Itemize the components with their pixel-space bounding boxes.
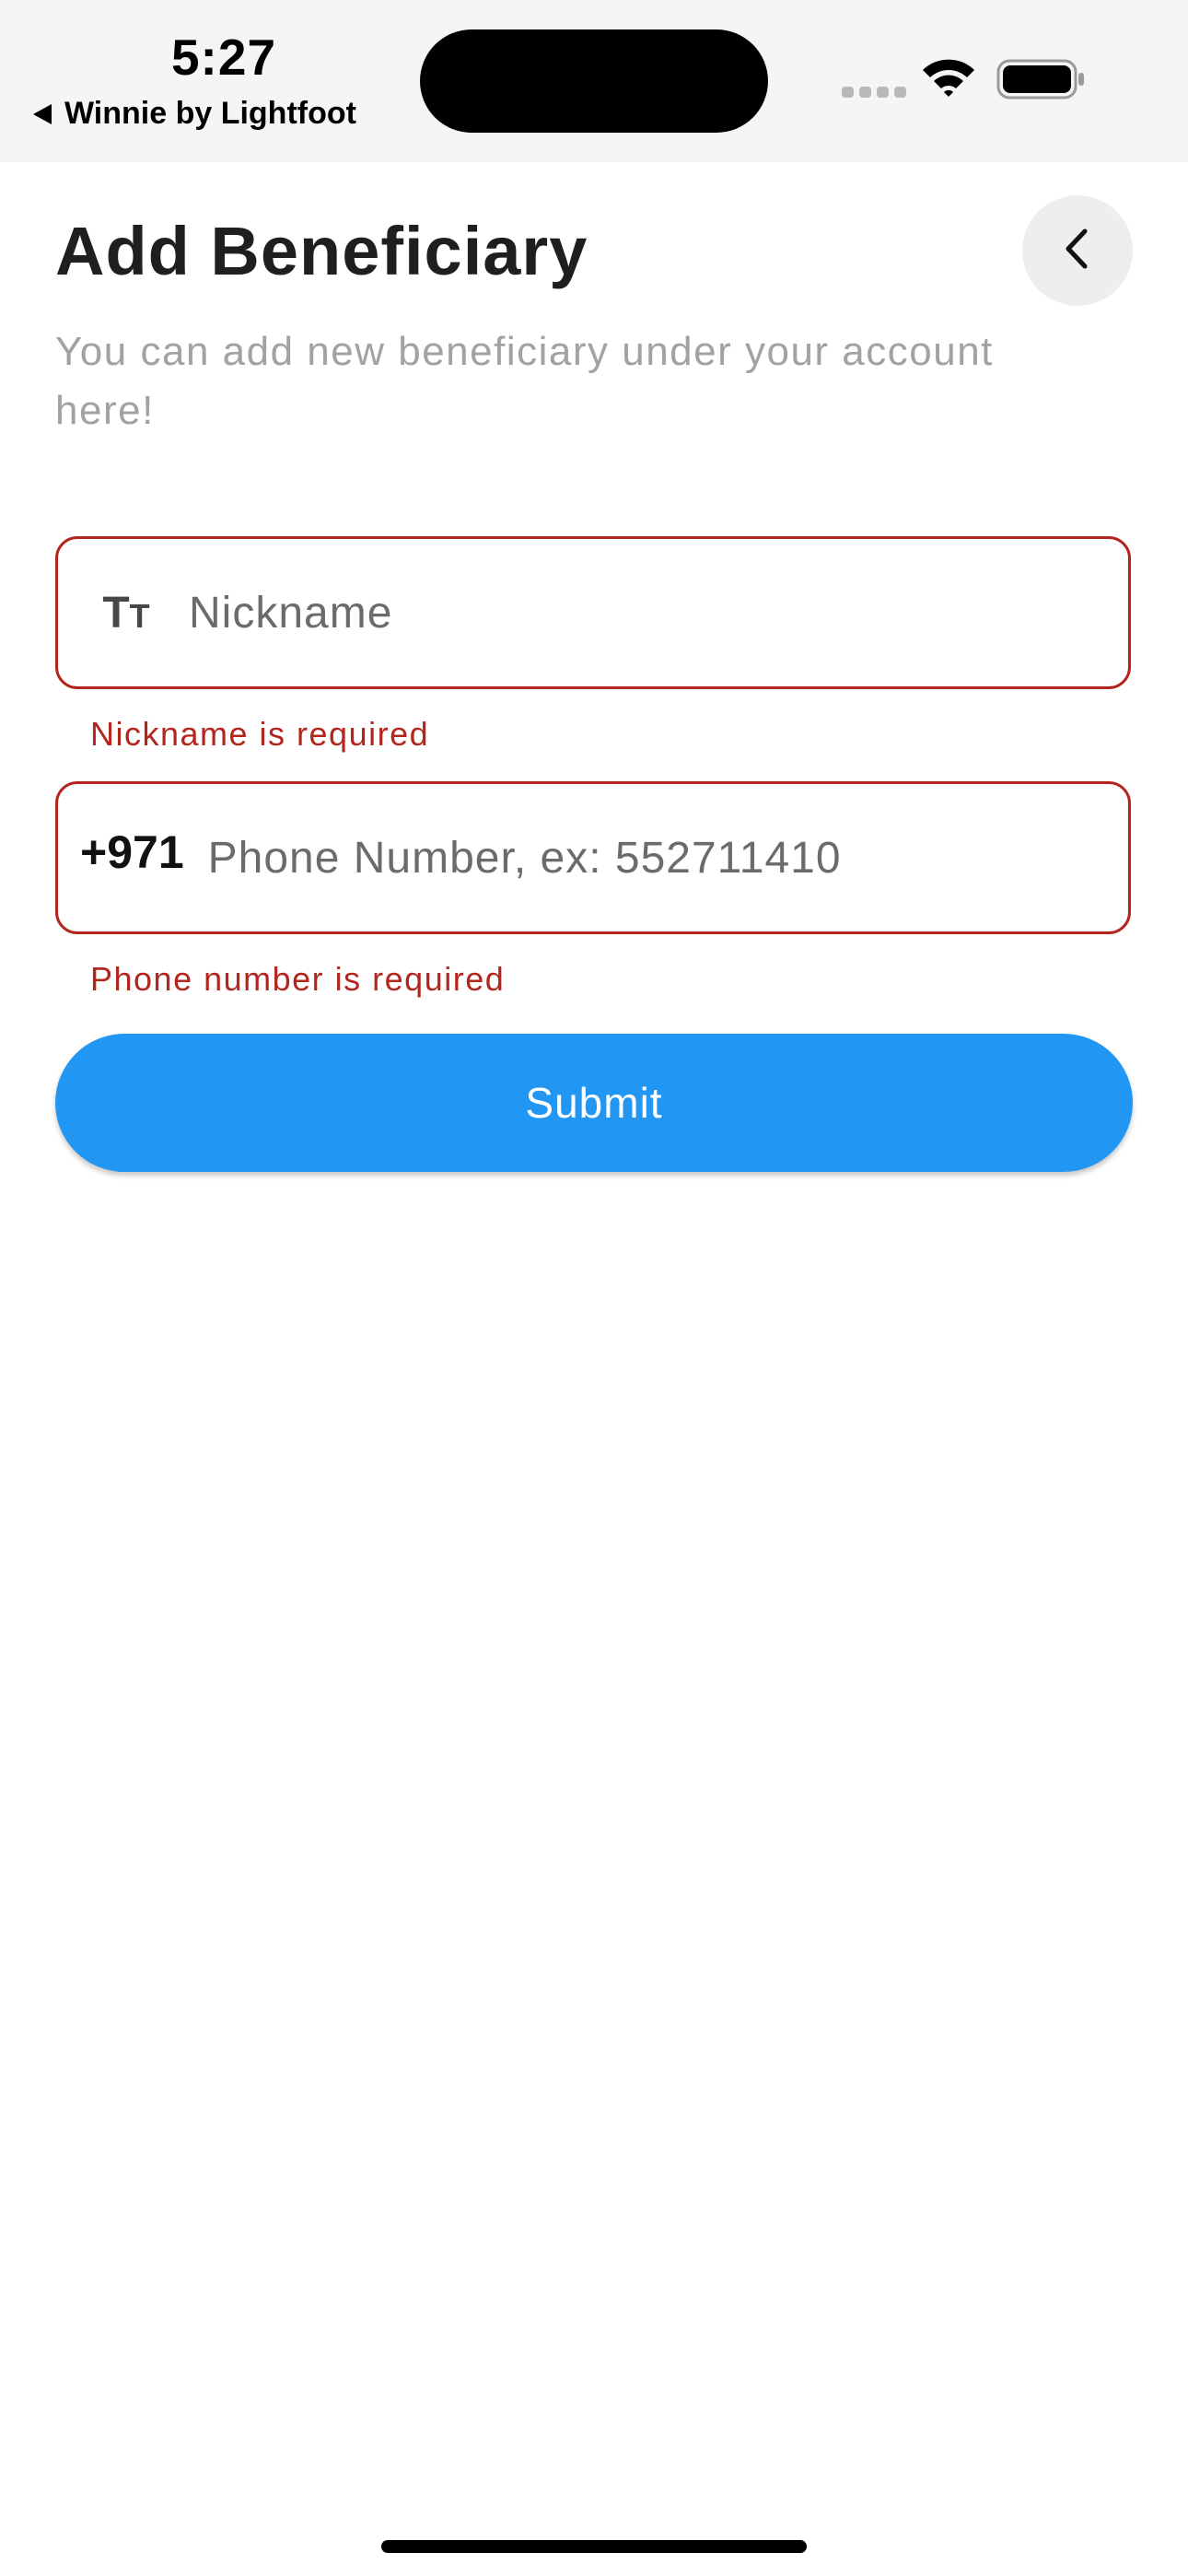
nickname-error-message: Nickname is required [90,715,430,753]
nickname-input[interactable] [189,539,1128,686]
dynamic-island [420,29,768,133]
phone-number-input[interactable] [207,784,1128,931]
status-time: 5:27 [170,29,277,86]
cellular-signal-icon [842,87,906,98]
home-indicator[interactable] [381,2540,807,2553]
back-triangle-icon [33,103,52,124]
nickname-field[interactable]: TT [55,536,1131,689]
back-button[interactable] [1022,195,1133,306]
back-to-app-label: Winnie by Lightfoot [64,96,356,131]
text-format-icon: TT [102,588,150,638]
status-bar: 5:27 Winnie by Lightfoot [0,0,1188,162]
battery-icon [996,59,1087,104]
chevron-left-icon [1059,226,1096,276]
back-to-app-link[interactable]: Winnie by Lightfoot [33,96,356,132]
phone-field[interactable]: +971 [55,781,1131,934]
submit-button[interactable]: Submit [55,1034,1133,1172]
wifi-icon [919,55,978,102]
page-subtitle: You can add new beneficiary under your a… [55,329,994,433]
page-title: Add Beneficiary [55,213,588,289]
phone-error-message: Phone number is required [90,960,506,998]
country-code-prefix[interactable]: +971 [80,825,184,879]
